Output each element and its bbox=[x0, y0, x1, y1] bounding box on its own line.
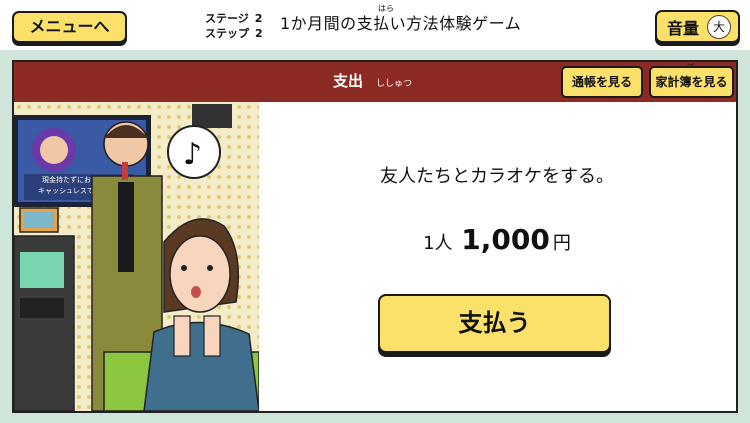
view-passbook-button[interactable]: 通帳を見る bbox=[561, 66, 643, 98]
karaoke-scene: 現金持たずにお キャッシュレスで ♪ bbox=[14, 102, 259, 411]
screen-caption-2: キャッシュレスで bbox=[38, 187, 94, 195]
panel-title-ruby: ししゅつ bbox=[376, 79, 413, 89]
title-ruby: はら bbox=[378, 4, 394, 13]
price-line: 1人 1,000 円 bbox=[258, 222, 736, 262]
stage-step-indicator: ステージ 2 ステップ 2 bbox=[205, 11, 275, 41]
page-title: 1か月間の支払い方法体験ゲーム bbox=[280, 14, 522, 33]
step-label: ステップ bbox=[205, 27, 249, 40]
volume-button[interactable]: 音量 大 bbox=[655, 10, 740, 43]
price-amount: 1,000 bbox=[461, 223, 550, 256]
microphone-icon bbox=[122, 162, 128, 180]
stage-number: 2 bbox=[254, 12, 263, 25]
view-household-ledger-button[interactable]: 家計簿を見る bbox=[649, 66, 734, 98]
music-note-icon: ♪ bbox=[183, 137, 202, 172]
menu-button[interactable]: メニューへ bbox=[12, 11, 127, 43]
currency-label: 円 bbox=[552, 233, 571, 254]
pay-button[interactable]: 支払う bbox=[378, 294, 611, 353]
screen-caption-1: 現金持たずにお bbox=[42, 175, 91, 184]
event-description: 友人たちとカラオケをする。 bbox=[380, 166, 614, 187]
karaoke-illustration: 現金持たずにお キャッシュレスで ♪ bbox=[14, 102, 259, 411]
volume-level-badge: 大 bbox=[707, 14, 732, 39]
volume-label: 音量 bbox=[667, 18, 700, 38]
stage-label: ステージ bbox=[205, 12, 249, 25]
per-person-label: 1人 bbox=[423, 233, 453, 254]
speaker-icon bbox=[192, 104, 232, 128]
step-number: 2 bbox=[255, 27, 263, 40]
panel-title: 支出 bbox=[333, 72, 364, 90]
